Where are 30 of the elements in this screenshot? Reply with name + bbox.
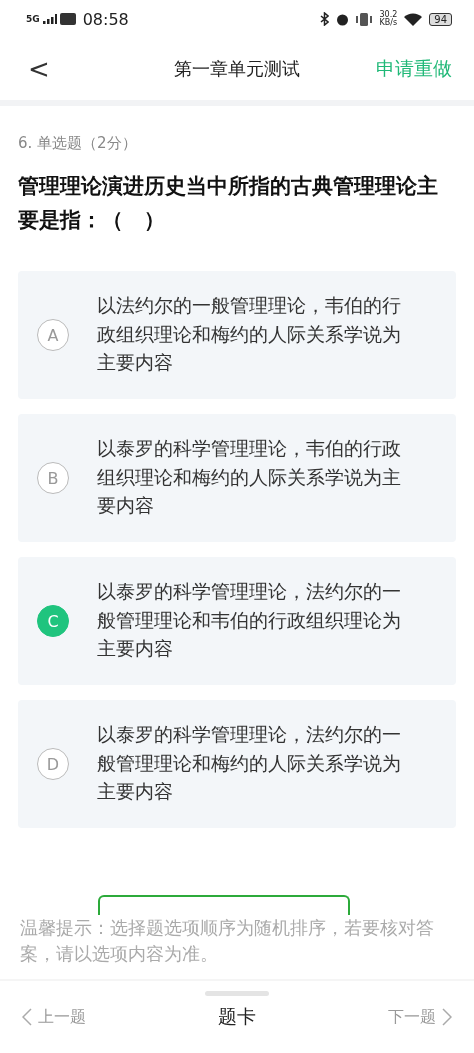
option-letter: D (37, 748, 69, 780)
option-letter: A (37, 319, 69, 351)
battery-level: 94 (429, 12, 452, 26)
signal-icon (42, 14, 57, 24)
answer-option[interactable]: B 以泰罗的科学管理理论，韦伯的行政组织理论和梅约的人际关系学说为主要内容 (18, 414, 456, 542)
answer-option[interactable]: C 以泰罗的科学管理理论，法约尔的一般管理理论和韦伯的行政组织理论为主要内容 (18, 557, 456, 685)
option-text: 以泰罗的科学管理理论，法约尔的一般管理理论和梅约的人际关系学说为主要内容 (97, 723, 402, 805)
drag-handle[interactable] (205, 991, 269, 996)
speed-unit: KB/s (379, 19, 398, 27)
answer-option[interactable]: D 以泰罗的科学管理理论，法约尔的一般管理理论和梅约的人际关系学说为主要内容 (18, 700, 456, 828)
option-text: 以泰罗的科学管理理论，法约尔的一般管理理论和韦伯的行政组织理论为主要内容 (97, 580, 402, 662)
vibrate-icon (356, 12, 373, 26)
hint-text: 温馨提示：选择题选项顺序为随机排序，若要核对答案，请以选项内容为准。 (0, 915, 474, 979)
option-text: 以法约尔的一般管理理论，韦伯的行政组织理论和梅约的人际关系学说为主要内容 (97, 294, 402, 376)
chevron-left-icon (22, 1008, 32, 1026)
network-speed: 30.2 (379, 11, 398, 19)
wifi-icon (404, 12, 423, 26)
option-letter: B (37, 462, 69, 494)
answer-option[interactable]: A 以法约尔的一般管理理论，韦伯的行政组织理论和梅约的人际关系学说为主要内容 (18, 271, 456, 399)
question-text: 管理理论演进历史当中所指的古典管理理论主要是指：（ ） (18, 173, 439, 234)
network-type: 5G (26, 14, 40, 24)
answer-card-button[interactable]: 题卡 (218, 1004, 256, 1030)
bluetooth-icon (320, 12, 330, 26)
clock-time: 08:58 (82, 9, 129, 29)
question-type: 6. 单选题（2分） (18, 134, 138, 153)
option-text: 以泰罗的科学管理理论，韦伯的行政组织理论和梅约的人际关系学说为主要内容 (97, 437, 402, 519)
chevron-right-icon (442, 1008, 452, 1026)
page-title: 第一章单元测试 (173, 57, 300, 81)
back-button[interactable]: < (20, 54, 58, 84)
option-letter: C (37, 605, 69, 637)
